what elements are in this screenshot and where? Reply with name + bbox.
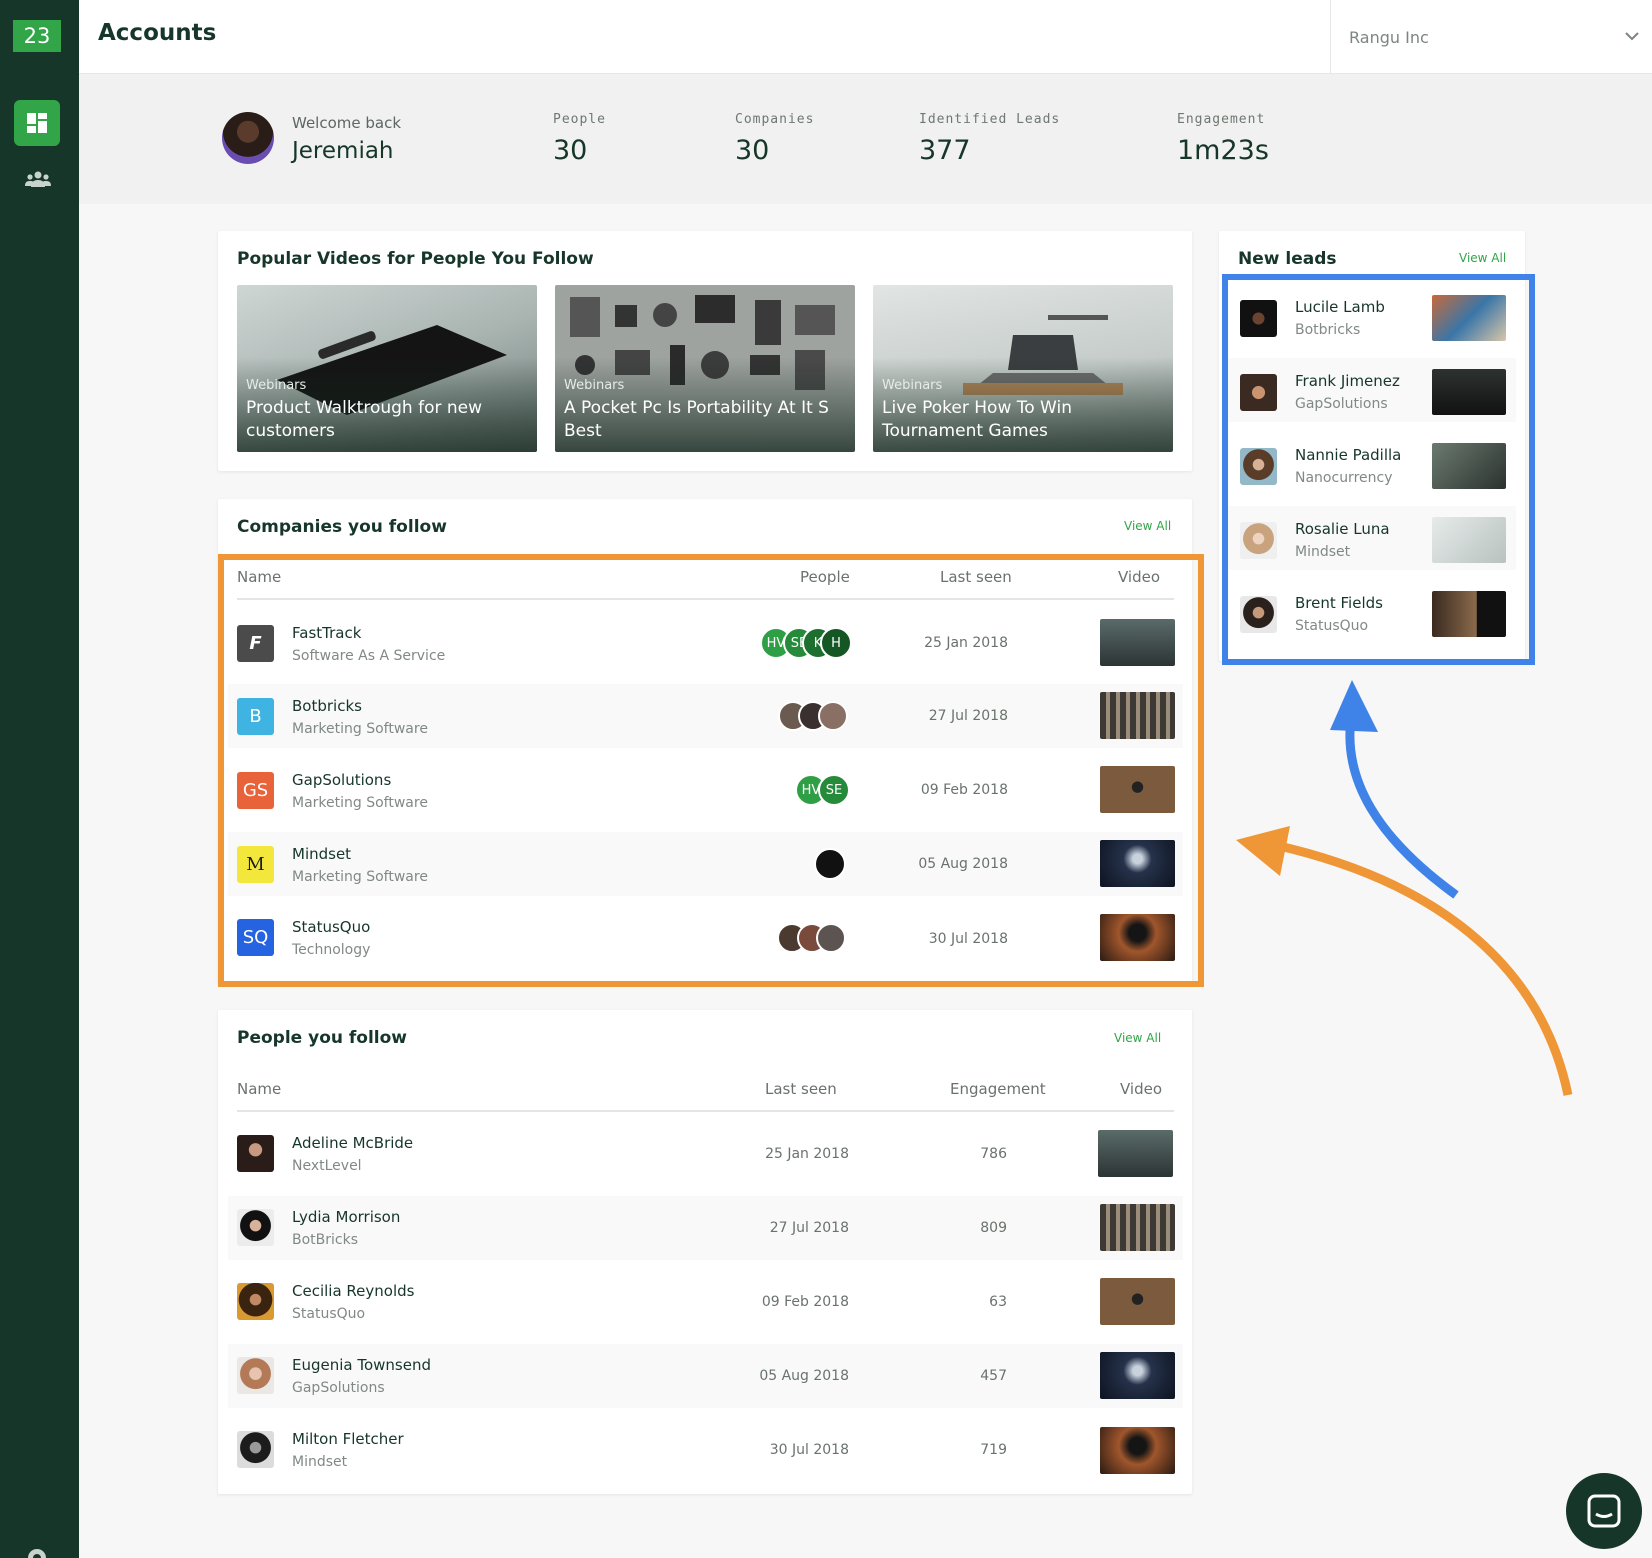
people-icon (25, 171, 51, 187)
last-seen-date: 09 Feb 2018 (761, 1294, 849, 1310)
card-title: Popular Videos for People You Follow (237, 249, 594, 269)
column-header-engagement[interactable]: Engagement (950, 1080, 1046, 1098)
orange-highlight-box (218, 554, 1204, 987)
column-header-name[interactable]: Name (237, 1080, 281, 1098)
person-company: Mindset (292, 1454, 348, 1470)
last-seen-date: 30 Jul 2018 (769, 1442, 849, 1458)
video-thumbnail[interactable] (1100, 1278, 1175, 1325)
column-header-last-seen[interactable]: Last seen (765, 1080, 837, 1098)
stat-companies: Companies 30 (735, 112, 814, 166)
organization-select[interactable]: Rangu Inc (1330, 0, 1652, 74)
stat-label: People (553, 112, 606, 127)
chat-launcher-button[interactable] (1566, 1473, 1642, 1549)
gear-icon (28, 1549, 46, 1558)
person-name[interactable]: Eugenia Townsend (292, 1356, 431, 1374)
blue-arrow-head (1330, 680, 1378, 732)
person-avatar (237, 1357, 274, 1394)
user-name: Jeremiah (292, 138, 394, 164)
page-title: Accounts (98, 20, 217, 46)
topbar: Accounts Rangu Inc (79, 0, 1652, 74)
row-stripe (228, 1196, 1183, 1260)
person-name[interactable]: Cecilia Reynolds (292, 1282, 414, 1300)
person-company: GapSolutions (292, 1380, 385, 1396)
stat-value: 377 (919, 135, 971, 166)
video-thumbnail[interactable] (1098, 1130, 1173, 1177)
organization-select-value: Rangu Inc (1349, 27, 1429, 47)
welcome-text: Welcome back (292, 114, 402, 132)
dashboard-icon (27, 113, 47, 133)
chevron-down-icon (1625, 32, 1639, 41)
people-nav-button[interactable] (22, 167, 54, 191)
stat-value: 30 (735, 135, 770, 166)
video-thumbnail[interactable] (1100, 1427, 1175, 1474)
blue-highlight-box (1222, 274, 1535, 665)
last-seen-date: 05 Aug 2018 (759, 1368, 849, 1384)
stats-bar: Welcome back Jeremiah People 30 Companie… (79, 74, 1652, 204)
orange-arrow (1274, 840, 1573, 1096)
person-avatar (237, 1431, 274, 1468)
stat-value: 1m23s (1177, 135, 1269, 166)
card-title: New leads (1238, 249, 1337, 269)
video-category: Webinars (882, 378, 943, 393)
card-title: Companies you follow (237, 517, 447, 537)
video-thumbnail[interactable] (1100, 1352, 1175, 1399)
stat-label: Engagement (1177, 112, 1266, 127)
video-title: Live Poker How To Win Tournament Games (882, 398, 1072, 441)
app-logo[interactable]: 23 (13, 20, 61, 52)
video-card[interactable]: Webinars Live Poker How To Win Tournamen… (873, 285, 1173, 452)
person-name[interactable]: Lydia Morrison (292, 1208, 400, 1226)
stat-value: 30 (553, 135, 588, 166)
person-company: BotBricks (292, 1232, 359, 1248)
person-company: NextLevel (292, 1158, 362, 1174)
engagement-value: 786 (980, 1146, 1007, 1162)
stat-engagement: Engagement 1m23s (1177, 112, 1269, 166)
video-category: Webinars (564, 378, 625, 393)
video-card[interactable]: Webinars Product Walktrough for new cust… (237, 285, 537, 452)
row-stripe (228, 1344, 1183, 1408)
person-name[interactable]: Adeline McBride (292, 1134, 413, 1152)
person-name[interactable]: Milton Fletcher (292, 1430, 404, 1448)
blue-arrow (1345, 711, 1459, 899)
column-header-video[interactable]: Video (1120, 1080, 1162, 1098)
engagement-value: 719 (980, 1442, 1007, 1458)
sidebar: 23 (0, 0, 79, 1558)
video-card[interactable]: Webinars A Pocket Pc Is Portability At I… (555, 285, 855, 452)
person-avatar (237, 1135, 274, 1172)
divider (237, 1110, 1174, 1112)
person-avatar (237, 1283, 274, 1320)
companies-view-all-link[interactable]: View All (1124, 519, 1171, 533)
user-avatar[interactable] (222, 112, 274, 164)
video-category: Webinars (246, 378, 307, 393)
last-seen-date: 25 Jan 2018 (765, 1146, 849, 1162)
person-avatar (237, 1209, 274, 1246)
video-title: A Pocket Pc Is Portability At It S Best (564, 398, 829, 441)
card-title: People you follow (237, 1028, 408, 1048)
people-view-all-link[interactable]: View All (1114, 1031, 1161, 1045)
stat-people: People 30 (553, 112, 606, 166)
stat-label: Companies (735, 112, 815, 127)
last-seen-date: 27 Jul 2018 (769, 1220, 849, 1236)
leads-view-all-link[interactable]: View All (1459, 251, 1506, 265)
video-thumbnail[interactable] (1100, 1204, 1175, 1251)
dashboard-nav-button[interactable] (14, 100, 60, 146)
engagement-value: 457 (980, 1368, 1007, 1384)
person-company: StatusQuo (292, 1306, 366, 1322)
video-title: Product Walktrough for new customers (246, 398, 482, 441)
settings-nav-button[interactable] (24, 1545, 50, 1558)
engagement-value: 63 (989, 1294, 1007, 1310)
chat-icon (1587, 1494, 1621, 1528)
orange-arrow-head (1236, 826, 1290, 876)
engagement-value: 809 (980, 1220, 1007, 1236)
stat-identified-leads: Identified Leads 377 (919, 112, 1060, 166)
stat-label: Identified Leads (919, 112, 1061, 127)
